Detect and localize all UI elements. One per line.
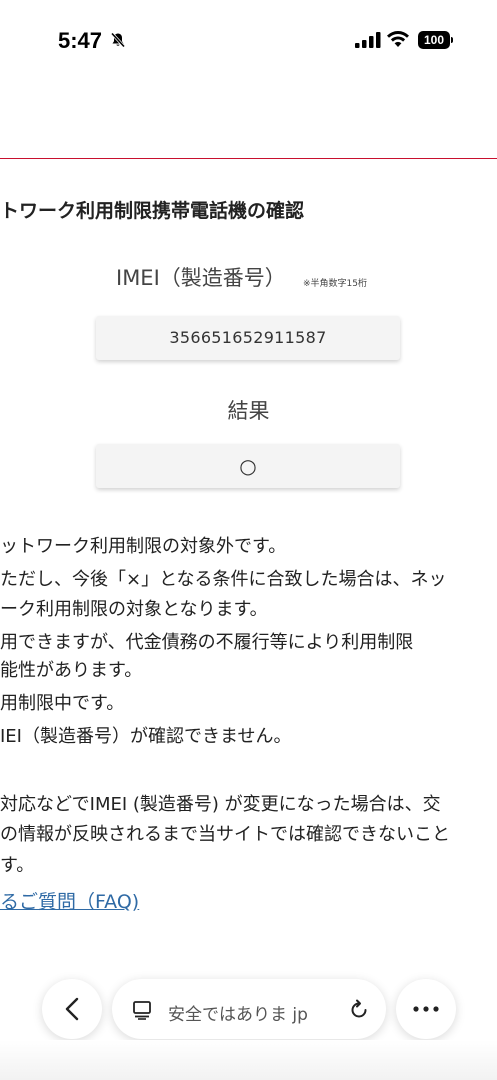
cellular-signal-icon [355,32,381,48]
more-icon [413,1006,439,1012]
page: 5:47 100 トワーク利用制限携帯電話機の確認 IMEI（製造番号） ※半角… [0,0,497,1080]
more-button[interactable] [396,979,456,1039]
imei-value-field[interactable]: 356651652911587 [96,316,400,360]
legend-line: 用できますが、代金債務の不履行等により利用制限 [0,632,414,653]
browser-toolbar: 安全ではありま jp [0,975,497,1045]
back-button[interactable] [42,979,102,1039]
legend-line: 能性があります。 [0,660,143,681]
battery-tip [451,37,453,43]
legend-line: 用制限中です。 [0,693,125,714]
status-bar: 5:47 100 [0,0,497,80]
legend-line: IEI（製造番号）が確認できません。 [0,726,292,747]
note-line: 対応などでIMEI (製造番号) が変更になった場合は、交 [0,794,441,815]
result-label: 結果 [227,399,270,423]
legend-line: ーク利用制限の対象となります。 [0,599,268,620]
result-value-field: ○ [96,444,400,488]
imei-label: IMEI（製造番号） [116,266,286,290]
status-time: 5:47 [58,28,103,53]
address-text: 安全ではありま jp [168,1005,308,1025]
header-rule [0,158,497,159]
reader-icon [133,1001,151,1020]
imei-note: ※半角数字15桁 [303,279,367,289]
bell-slash-icon [110,32,126,48]
note-line: す。 [0,855,35,876]
section-title: トワーク利用制限携帯電話機の確認 [0,200,305,222]
battery-icon: 100 [418,31,450,49]
faq-link[interactable]: るご質問（FAQ) [0,887,139,914]
wifi-icon [387,31,409,47]
chevron-left-icon [65,997,79,1021]
bottom-fade [0,1040,497,1080]
note-line: の情報が反映されるまで当サイトでは確認できないこと [0,824,450,845]
legend-line: ただし、今後「×」となる条件に合致した場合は、ネッ [0,569,447,590]
reload-icon[interactable] [348,998,370,1020]
address-bar[interactable]: 安全ではありま jp [112,979,386,1039]
legend-line: ットワーク利用制限の対象外です。 [0,536,287,557]
